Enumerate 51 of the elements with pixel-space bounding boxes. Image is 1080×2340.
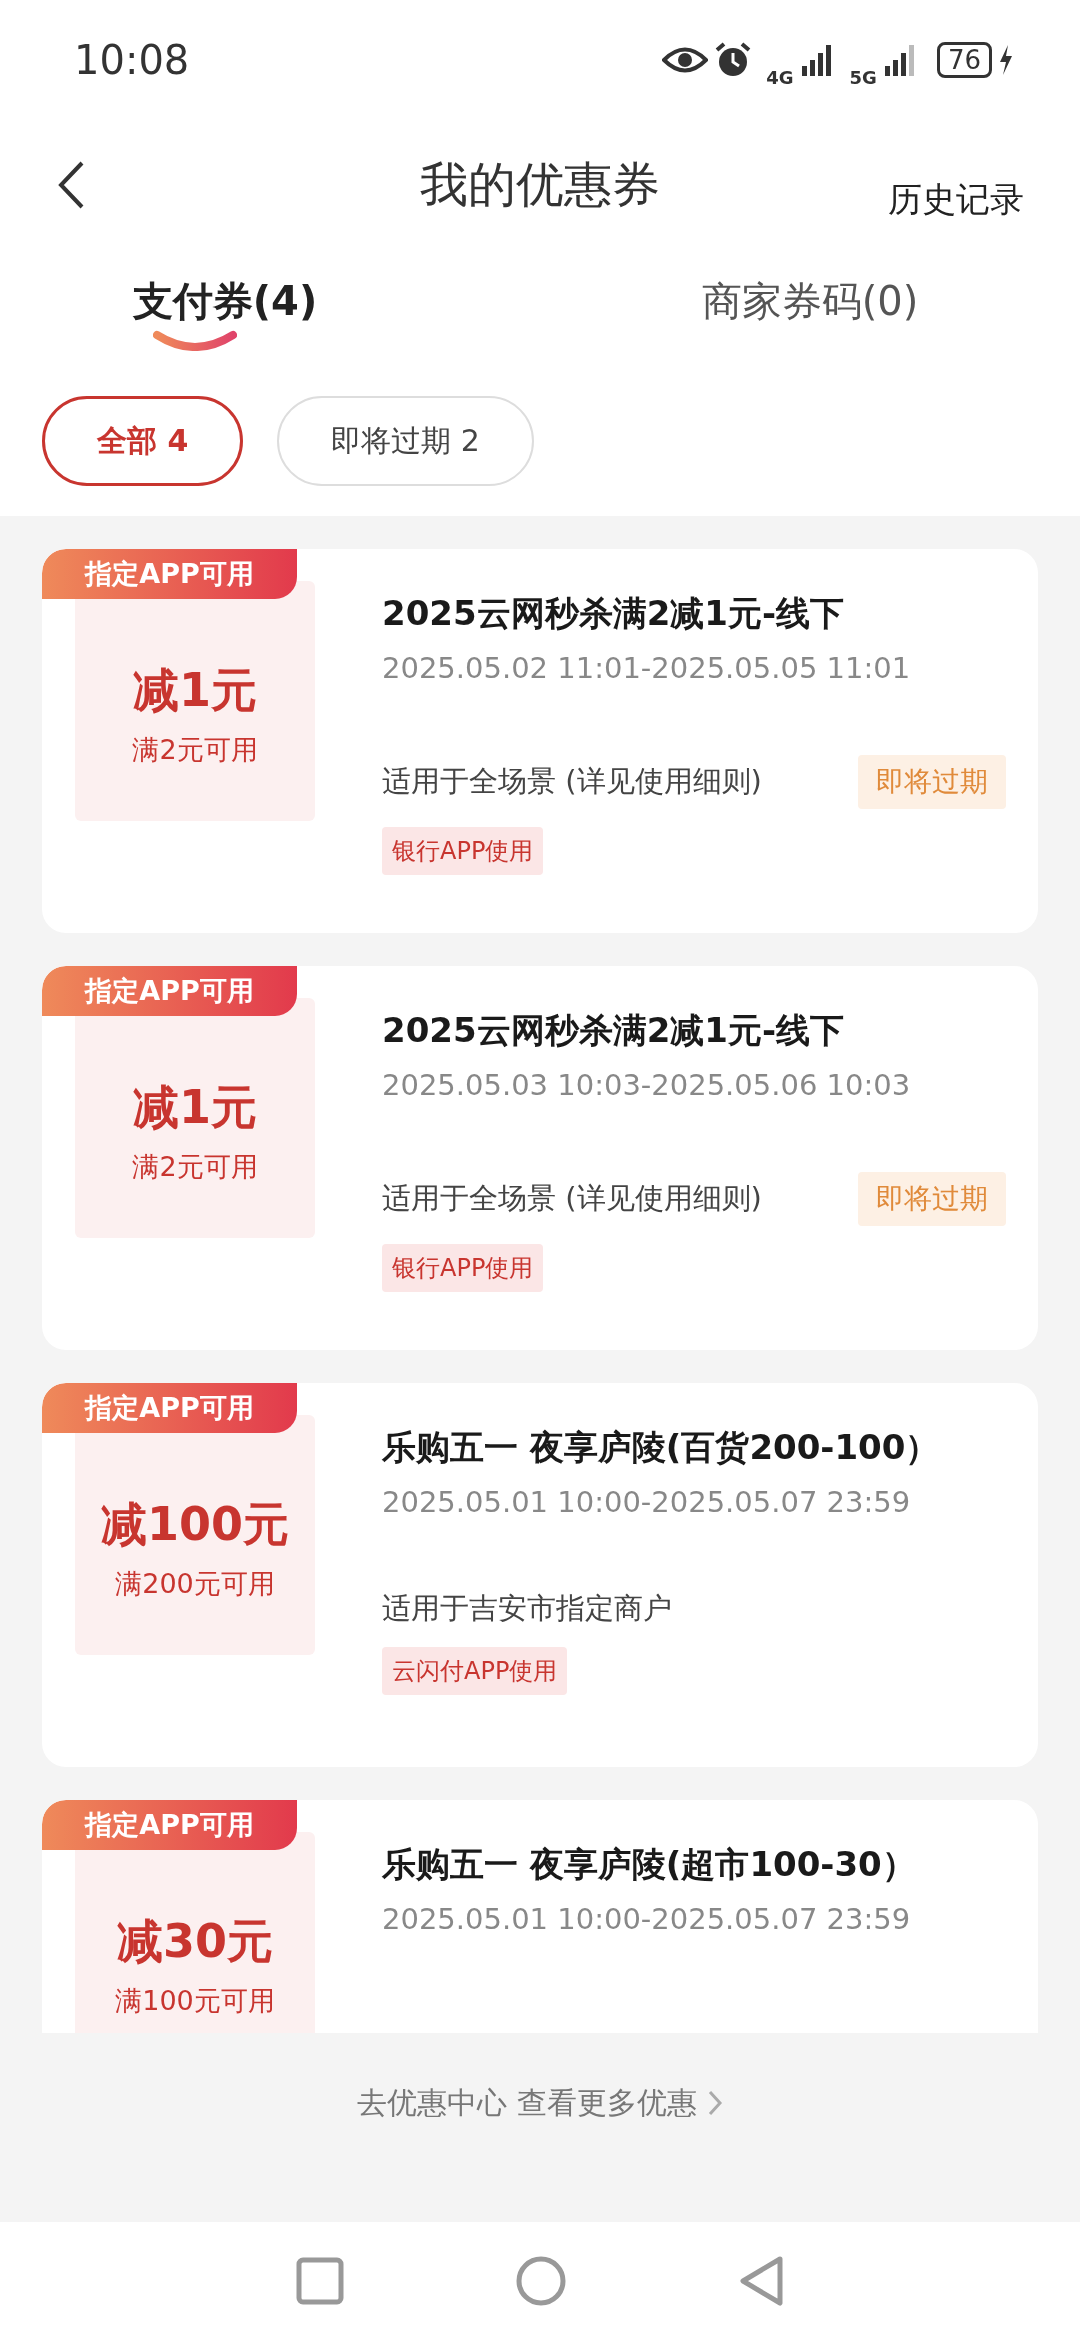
discount-amount: 减30元 [117,1913,273,1970]
coupon-title: 乐购五一 夜享庐陵(百货200-100） [382,1426,941,1469]
usage-tag: 银行APP使用 [382,827,544,875]
coupon-title: 乐购五一 夜享庐陵(超市100-30） [382,1843,917,1886]
expiry-badge: 即将过期 [858,1172,1006,1226]
coupon-card[interactable]: 指定APP可用 减1元 满2元可用 2025云网秒杀满2减1元-线下 2025.05.02 11:01-2025.05.05 11:01 适用于全场景 (详见使用细则) 即将过期 银行APP使用 [42,549,1038,933]
condition-text: 满2元可用 [132,733,258,767]
battery-level: 76 [936,42,992,78]
ribbon-label: 指定APP可用 [42,1800,297,1850]
back-icon[interactable] [56,160,86,210]
coupon-card[interactable]: 指定APP可用 减100元 满200元可用 乐购五一 夜享庐陵(百货200-100） 2025.05.01 10:00-2025.05.07 23:59 适用于吉安市指定商户 云闪付APP使用 [42,1383,1038,1767]
charging-icon [998,44,1014,76]
condition-text: 满2元可用 [132,1150,258,1184]
scope-text: 适用于吉安市指定商户 [382,1590,672,1627]
scope-text: 适用于全场景 (详见使用细则) [382,763,762,800]
coupon-title: 2025云网秒杀满2减1元-线下 [382,592,846,635]
filter-chip[interactable]: 即将过期 2 [277,396,534,486]
condition-text: 满100元可用 [115,1984,275,2018]
ribbon-label: 指定APP可用 [42,1383,297,1433]
tab[interactable]: 商家券码(0) [701,274,919,329]
coupon-card[interactable]: 指定APP可用 减1元 满2元可用 2025云网秒杀满2减1元-线下 2025.05.03 10:03-2025.05.06 10:03 适用于全场景 (详见使用细则) 即将过期 银行APP使用 [42,966,1038,1350]
expiry-badge: 即将过期 [858,755,1006,809]
discount-amount: 减1元 [133,1079,257,1136]
usage-tag: 银行APP使用 [382,1244,544,1292]
alarm-icon [714,41,753,79]
status-time: 10:08 [74,37,190,83]
history-link[interactable]: 历史记录 [888,177,1024,223]
discount-amount: 减1元 [133,662,257,719]
scope-text: 适用于全场景 (详见使用细则) [382,1180,762,1217]
network-label: 4G [766,66,794,88]
coupon-card[interactable]: 指定APP可用 减30元 满100元可用 乐购五一 夜享庐陵(超市100-30） 2025.05.01 10:00-2025.05.07 23:59 [42,1800,1038,2033]
ribbon-label: 指定APP可用 [42,966,297,1016]
validity-period: 2025.05.03 10:03-2025.05.06 10:03 [382,1068,912,1102]
page-title: 我的优惠券 [419,155,661,214]
ribbon-label: 指定APP可用 [42,549,297,599]
filter-chip[interactable]: 全部 4 [42,396,244,486]
home-icon[interactable] [515,2255,567,2307]
validity-period: 2025.05.01 10:00-2025.05.07 23:59 [382,1902,912,1936]
eye-icon [662,45,709,75]
discount-amount: 减100元 [101,1496,289,1553]
chevron-icon [706,2089,723,2117]
tab[interactable]: 支付券(4) [132,274,318,329]
network-label: 5G [849,66,877,88]
back-nav-icon[interactable] [738,2255,785,2307]
coupon-title: 2025云网秒杀满2减1元-线下 [382,1009,846,1052]
validity-period: 2025.05.01 10:00-2025.05.07 23:59 [382,1485,912,1519]
validity-period: 2025.05.02 11:01-2025.05.05 11:01 [382,651,912,685]
condition-text: 满200元可用 [115,1567,275,1601]
usage-tag: 云闪付APP使用 [382,1647,568,1695]
recent-apps-icon[interactable] [295,2257,344,2305]
more-offers-link[interactable]: 去优惠中心 查看更多优惠 [357,2082,697,2124]
